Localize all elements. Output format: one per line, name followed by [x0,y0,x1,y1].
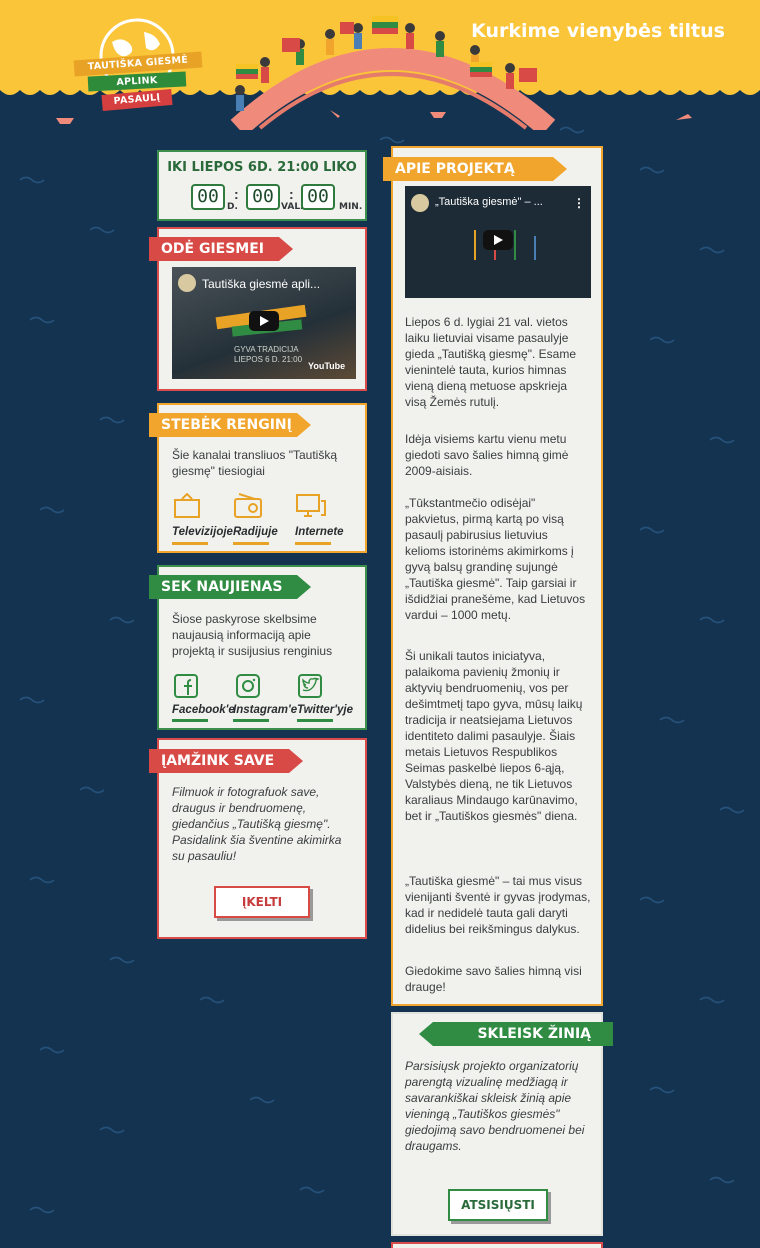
countdown-title: IKI LIEPOS 6D. 21:00 LIKO [167,160,357,175]
spread-description: Parsisiųsk projekto organizatorių pareng… [405,1059,585,1153]
radio-icon[interactable] [233,493,263,519]
next-card-edge [391,1242,603,1248]
underline [233,542,269,545]
header-tagline: Kurkime vienybės tiltus [471,20,725,42]
about-paragraph-2: Idėja visiems kartu vienu metu giedoti s… [405,432,569,478]
spread-card: SKLEISK ŽINIĄ Parsisiųsk projekto organi… [391,1012,613,1236]
ode-video-player[interactable]: Tautiška giesmė apli... GYVA TRADICIJA L… [172,267,356,379]
underline [295,542,331,545]
immortalize-card: ĮAMŽINK SAVE Filmuok ir fotografuok save… [149,738,367,939]
about-video-title: „Tautiška giesmė" – ... [435,196,543,208]
tv-icon[interactable] [173,492,203,519]
facebook-icon[interactable] [173,673,199,699]
underline [297,719,333,722]
channel-twitter-label[interactable]: Twitter'yje [297,704,353,716]
watch-card: STEBĖK RENGINĮ Šie kanalai transliuos "T… [149,403,367,553]
spread-heading: SKLEISK ŽINIĄ [419,1022,613,1046]
ode-card: ODĖ GIESMEI Tautiška giesmė apli... GYVA… [149,227,367,391]
immortalize-description: Filmuok ir fotografuok save, draugus ir … [172,785,342,863]
countdown-hours: 00 [246,184,280,210]
site-header: TAUTIŠKA GIESMĖ APLINK PASAULĮ Kurkime v… [0,0,760,130]
channel-avatar [411,194,429,212]
about-heading: APIE PROJEKTĄ [383,157,567,181]
channel-tv-label[interactable]: Televizijoje [172,526,233,538]
countdown-days-unit: D. [227,202,238,212]
play-icon[interactable] [483,230,513,250]
underline [172,719,208,722]
underline [172,542,208,545]
countdown-minutes: 00 [301,184,335,210]
countdown-minutes-unit: MIN. [339,202,363,212]
ode-heading: ODĖ GIESMEI [149,237,293,261]
about-video-player[interactable]: „Tautiška giesmė" – ... ⋮ [405,186,591,298]
twitter-icon[interactable] [297,673,323,699]
ode-video-title: Tautiška giesmė apli... [202,277,321,291]
about-paragraph-6: Giedokime savo šalies himną visi drauge! [405,964,582,994]
site-logo[interactable]: TAUTIŠKA GIESMĖ APLINK PASAULĮ [72,12,203,116]
channel-facebook-label[interactable]: Facebook'e [172,704,235,716]
instagram-icon[interactable] [235,673,261,699]
countdown-card: IKI LIEPOS 6D. 21:00 LIKO 00 D. : 00 VAL… [157,150,367,221]
channel-instagram-label[interactable]: Instagram'e [233,704,297,716]
computer-icon[interactable] [295,493,327,519]
wave-pattern-background [19,126,745,1214]
ode-video-caption1: GYVA TRADICIJA [234,345,299,354]
youtube-logo[interactable]: YouTube [308,361,345,371]
about-paragraph-4: Ši unikali tautos iniciatyva, palaikoma … [405,649,583,823]
countdown-days: 00 [191,184,225,210]
about-paragraph-3: „Tūkstantmečio odisėjai" pakvietus, pirm… [405,496,586,622]
about-paragraph-1: Liepos 6 d. lygiai 21 val. vietos laiku … [405,315,577,409]
immortalize-heading: ĮAMŽINK SAVE [149,749,303,773]
play-icon[interactable] [249,311,279,331]
about-card: APIE PROJEKTĄ „Tautiška giesmė" – ... ⋮ … [383,146,603,1006]
channel-internet-label[interactable]: Internete [295,526,344,538]
more-options-icon[interactable]: ⋮ [573,196,585,210]
channel-avatar [178,274,196,292]
about-paragraph-5: „Tautiška giesmė" – tai mus visus vienij… [405,874,591,936]
news-card: SEK NAUJIENAS Šiose paskyrose skelbsime … [149,565,367,730]
channel-radio-label[interactable]: Radijuje [233,526,278,538]
countdown-separator: : [234,186,239,202]
countdown-separator: : [289,186,294,202]
watch-description: Šie kanalai transliuos "Tautišką giesmę"… [172,448,338,478]
watch-heading: STEBĖK RENGINĮ [149,413,311,437]
news-heading: SEK NAUJIENAS [149,575,311,599]
upload-button[interactable]: ĮKELTI [214,886,310,918]
logo-ribbon-line3: PASAULĮ [101,88,173,112]
download-button[interactable]: ATSISIŲSTI [448,1189,548,1221]
news-description: Šiose paskyrose skelbsime naujausią info… [172,612,333,658]
ode-video-caption2: LIEPOS 6 D. 21:00 [234,355,303,364]
underline [233,719,269,722]
